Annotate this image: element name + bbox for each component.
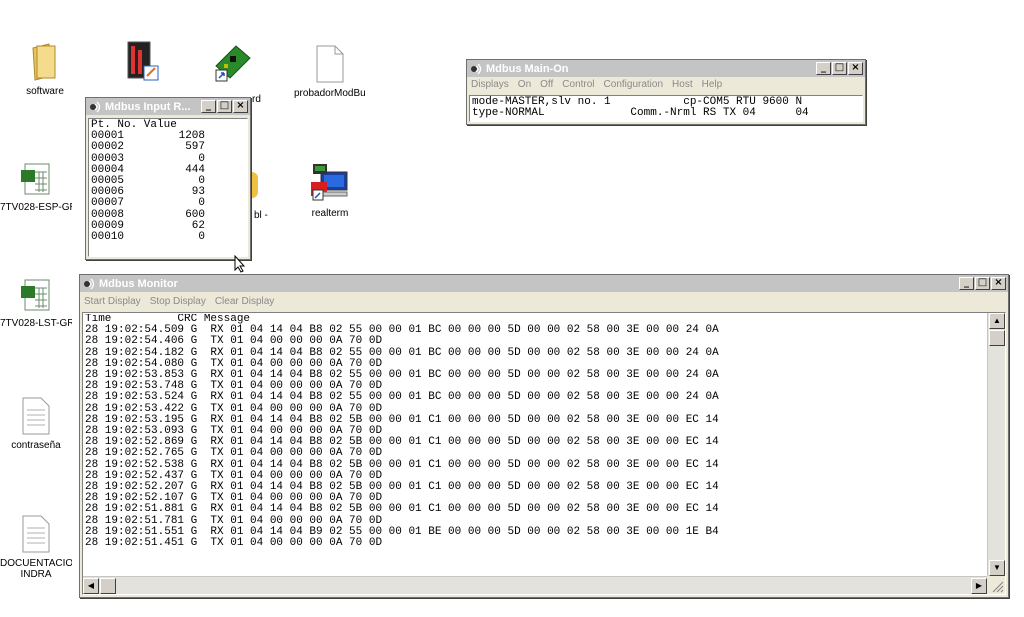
- register-point: 00010: [91, 231, 125, 244]
- minimize-button[interactable]: _: [816, 62, 831, 75]
- desktop-icon-label: 7TV028-ESP-GR...: [0, 202, 72, 213]
- menu-control[interactable]: Control: [562, 79, 594, 90]
- register-value: 62: [191, 219, 205, 232]
- minimize-button[interactable]: _: [959, 277, 974, 290]
- menu-off[interactable]: Off: [540, 79, 553, 90]
- desktop-icon-label: probadorModBu...: [294, 88, 366, 99]
- status-panel: mode-MASTER,slv no. 1 cp-COM5 RTU 9600 N…: [469, 95, 863, 122]
- monitor-window[interactable]: Mdbus Monitor _ □ × Start Display Stop D…: [79, 274, 1009, 598]
- scroll-left-button[interactable]: ◀: [83, 578, 99, 594]
- close-button[interactable]: ×: [233, 100, 248, 113]
- register-row: 00007 0: [91, 198, 245, 209]
- register-value: 93: [191, 186, 205, 199]
- log-line: 28 19:02:53.524 G RX 01 04 14 04 B8 02 5…: [85, 391, 719, 404]
- partial-icon: [252, 172, 258, 198]
- scroll-down-button[interactable]: ▼: [989, 560, 1005, 576]
- spreadsheet-icon: [19, 162, 53, 198]
- menu-configuration[interactable]: Configuration: [604, 79, 663, 90]
- monitor-window-title: Mdbus Monitor: [99, 277, 178, 290]
- input-window-titlebar[interactable]: Mdbus Input R... _ □ ×: [86, 98, 250, 115]
- main-window[interactable]: Mdbus Main-On _ □ × Displays On Off Cont…: [466, 59, 866, 125]
- menu-displays[interactable]: Displays: [471, 79, 509, 90]
- spreadsheet-icon: [19, 278, 53, 314]
- register-value: 0: [198, 197, 205, 210]
- monitor-log-panel[interactable]: Time CRC Message 28 19:02:54.509 G RX 01…: [82, 312, 1006, 595]
- desktop-icon-software[interactable]: software: [9, 42, 81, 97]
- menu-start-display[interactable]: Start Display: [84, 296, 141, 307]
- log-line: 28 19:02:51.881 G RX 01 04 14 04 B8 02 5…: [85, 503, 719, 516]
- register-value: 444: [185, 163, 205, 176]
- input-registers-window[interactable]: Mdbus Input R... _ □ × Pt. No. Value 000…: [85, 97, 251, 260]
- scroll-up-button[interactable]: ▲: [989, 313, 1005, 329]
- maximize-button[interactable]: □: [832, 62, 847, 75]
- circuit-board-icon: [210, 40, 254, 84]
- close-button[interactable]: ×: [848, 62, 863, 75]
- desktop-icon-label: DOCUENTACION INDRA: [0, 558, 72, 580]
- input-window-title: Mdbus Input R...: [105, 100, 191, 113]
- maximize-button[interactable]: □: [975, 277, 990, 290]
- register-point: 00007: [91, 197, 125, 210]
- main-menubar: Displays On Off Control Configuration Ho…: [467, 77, 865, 92]
- scroll-right-button[interactable]: ▶: [971, 578, 987, 594]
- terminal-icon: [309, 162, 351, 204]
- log-line: 28 19:02:54.406 G TX 01 04 00 00 00 0A 7…: [85, 335, 383, 348]
- register-value: 0: [198, 231, 205, 244]
- h-scroll-thumb[interactable]: [100, 578, 116, 594]
- menu-clear-display[interactable]: Clear Display: [215, 296, 274, 307]
- resize-grip-icon[interactable]: [987, 576, 1005, 594]
- status-line-type: type-NORMAL Comm.-Nrml RS TX 04 04: [472, 107, 809, 120]
- document-icon: [315, 44, 345, 84]
- mouse-cursor-icon: [234, 254, 246, 278]
- meter-app-icon: [120, 40, 160, 84]
- vertical-scrollbar[interactable]: ▲ ▼: [987, 313, 1005, 576]
- desktop-icon-contrasena[interactable]: contraseña: [0, 396, 72, 451]
- desktop-icon-label: software: [26, 86, 64, 97]
- folder-icon: [29, 42, 61, 82]
- menu-help[interactable]: Help: [702, 79, 723, 90]
- monitor-window-titlebar[interactable]: Mdbus Monitor _ □ ×: [80, 275, 1008, 292]
- log-line: 28 19:02:52.765 G TX 01 04 00 00 00 0A 7…: [85, 447, 383, 460]
- main-window-title: Mdbus Main-On: [486, 62, 569, 75]
- maximize-button[interactable]: □: [217, 100, 232, 113]
- partial-label-rd: rd: [252, 94, 261, 105]
- menu-on[interactable]: On: [518, 79, 531, 90]
- minimize-button[interactable]: _: [201, 100, 216, 113]
- menu-host[interactable]: Host: [672, 79, 693, 90]
- monitor-menubar: Start Display Stop Display Clear Display: [80, 292, 1008, 310]
- main-window-titlebar[interactable]: Mdbus Main-On _ □ ×: [467, 60, 865, 77]
- input-registers-table: Pt. No. Value 00001 1208 00002 597 00003 0 000…: [88, 118, 248, 257]
- desktop-icon-label: realterm: [311, 208, 349, 219]
- partial-label-bl: bl -: [254, 210, 268, 221]
- desktop-icon-label: contraseña: [11, 440, 61, 451]
- desktop-icon-app-1[interactable]: [104, 40, 176, 88]
- scroll-thumb[interactable]: [989, 330, 1005, 346]
- desktop-icon-label: 7TV028-LST-GR...: [0, 318, 72, 329]
- register-value: 597: [185, 141, 205, 154]
- desktop-icon-realterm[interactable]: realterm: [294, 162, 366, 219]
- desktop-icon-7tv028-esp[interactable]: 7TV028-ESP-GR...: [0, 162, 72, 213]
- desktop-icon-app-2[interactable]: [196, 40, 268, 88]
- mdbus-app-icon: [89, 101, 102, 113]
- text-document-icon: [21, 514, 51, 554]
- menu-stop-display[interactable]: Stop Display: [150, 296, 206, 307]
- register-row: 00002 597: [91, 142, 245, 153]
- log-line: 28 19:02:51.451 G TX 01 04 00 00 00 0A 7…: [85, 537, 383, 550]
- desktop-icon-documentacion[interactable]: DOCUENTACION INDRA: [0, 514, 72, 580]
- desktop-icon-probadormodbus[interactable]: probadorModBu...: [294, 44, 366, 99]
- desktop-icon-7tv028-lst[interactable]: 7TV028-LST-GR...: [0, 278, 72, 329]
- text-document-icon: [21, 396, 51, 436]
- register-row: 00010 0: [91, 231, 245, 244]
- mdbus-app-icon: [470, 63, 483, 75]
- mdbus-app-icon: [83, 278, 96, 290]
- register-point: 00002: [91, 141, 125, 154]
- close-button[interactable]: ×: [991, 277, 1006, 290]
- horizontal-scrollbar[interactable]: ◀ ▶: [83, 576, 987, 594]
